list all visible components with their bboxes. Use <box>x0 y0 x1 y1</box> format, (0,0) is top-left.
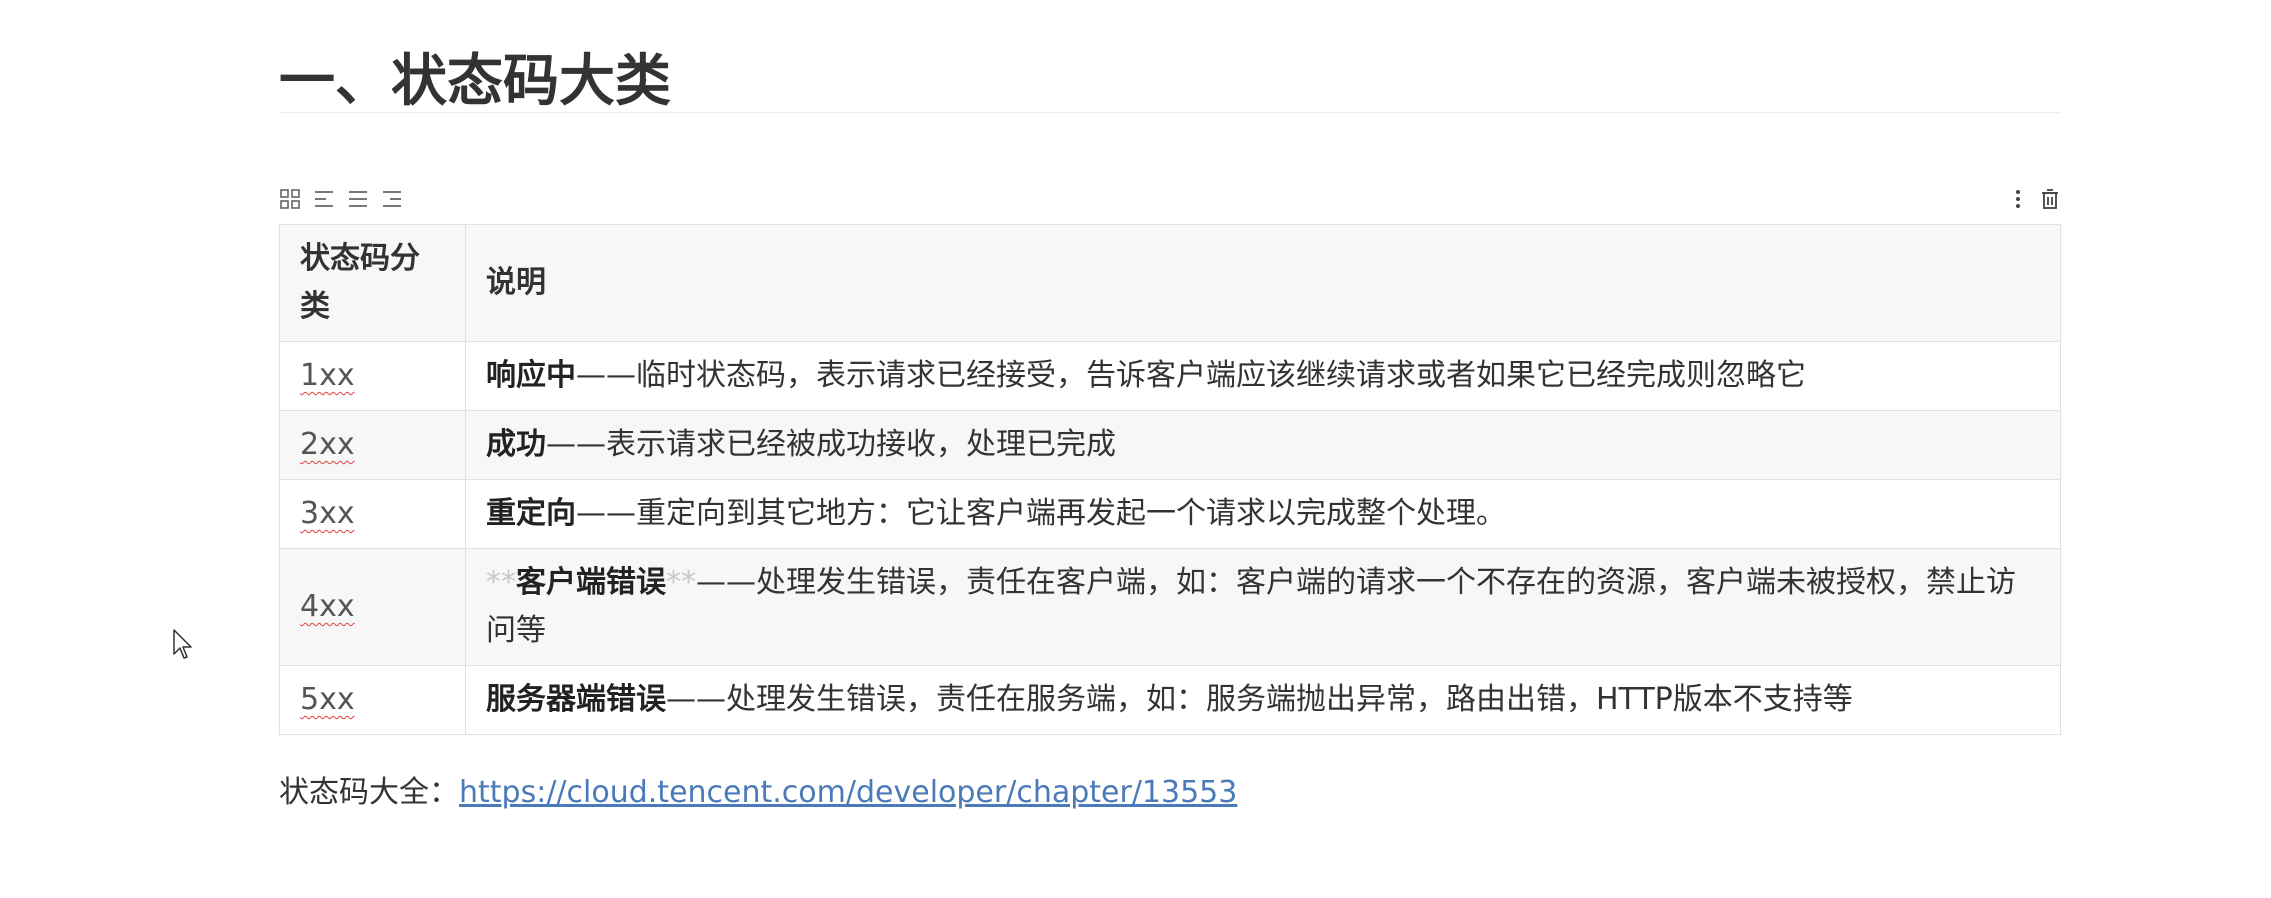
header-cell-description: 说明 <box>465 224 2061 342</box>
mouse-cursor-icon <box>172 628 194 664</box>
trash-icon[interactable] <box>2039 188 2061 210</box>
description-text: ——处理发生错误，责任在服务端，如：服务端抛出异常，路由出错，HTTP版本不支持… <box>666 682 1853 717</box>
align-right-icon[interactable] <box>381 188 403 210</box>
description-cell: 服务器端错误——处理发生错误，责任在服务端，如：服务端抛出异常，路由出错，HTT… <box>465 665 2061 735</box>
category-term: 响应中 <box>486 358 576 393</box>
table-row: 1xx 响应中——临时状态码，表示请求已经接受，告诉客户端应该继续请求或者如果它… <box>279 341 2061 411</box>
page-title: 一、状态码大类 <box>279 0 2061 114</box>
code-cell: 5xx <box>279 665 466 735</box>
grid-icon[interactable] <box>279 188 301 210</box>
footer-paragraph: 状态码大全：https://cloud.tencent.com/develope… <box>279 769 2061 817</box>
description-text: ——表示请求已经被成功接收，处理已完成 <box>546 427 1116 462</box>
status-codes-link[interactable]: https://cloud.tencent.com/developer/chap… <box>459 775 1237 810</box>
table-header-row: 状态码分类 说明 <box>279 224 2061 342</box>
description-cell: 响应中——临时状态码，表示请求已经接受，告诉客户端应该继续请求或者如果它已经完成… <box>465 341 2061 411</box>
description-text: ——处理发生错误，责任在客户端，如：客户端的请求一个不存在的资源，客户端未被授权… <box>486 565 2016 648</box>
markdown-marker: ** <box>486 565 516 600</box>
code-cell: 3xx <box>279 479 466 549</box>
category-term: 客户端错误 <box>516 565 666 600</box>
status-code: 5xx <box>300 682 355 717</box>
status-code: 2xx <box>300 427 355 462</box>
table-row: 3xx 重定向——重定向到其它地方：它让客户端再发起一个请求以完成整个处理。 <box>279 479 2061 549</box>
table-toolbar <box>279 188 2061 210</box>
status-code-table: 状态码分类 说明 1xx 响应中——临时状态码，表示请求已经接受，告诉客户端应该… <box>279 224 2061 735</box>
description-text: ——重定向到其它地方：它让客户端再发起一个请求以完成整个处理。 <box>576 496 1506 531</box>
table-row: 5xx 服务器端错误——处理发生错误，责任在服务端，如：服务端抛出异常，路由出错… <box>279 665 2061 735</box>
category-term: 服务器端错误 <box>486 682 666 717</box>
footer-label: 状态码大全： <box>279 775 459 810</box>
status-code: 4xx <box>300 589 355 624</box>
header-cell-category: 状态码分类 <box>279 224 466 342</box>
category-term: 成功 <box>486 427 546 462</box>
description-cell: 重定向——重定向到其它地方：它让客户端再发起一个请求以完成整个处理。 <box>465 479 2061 549</box>
description-cell: **客户端错误**——处理发生错误，责任在客户端，如：客户端的请求一个不存在的资… <box>465 548 2061 666</box>
code-cell: 1xx <box>279 341 466 411</box>
category-term: 重定向 <box>486 496 576 531</box>
description-text: ——临时状态码，表示请求已经接受，告诉客户端应该继续请求或者如果它已经完成则忽略… <box>576 358 1806 393</box>
markdown-marker: ** <box>666 565 696 600</box>
status-code: 1xx <box>300 358 355 393</box>
status-code: 3xx <box>300 496 355 531</box>
table-row: 4xx **客户端错误**——处理发生错误，责任在客户端，如：客户端的请求一个不… <box>279 548 2061 666</box>
code-cell: 2xx <box>279 410 466 480</box>
more-vertical-icon[interactable] <box>2007 188 2029 210</box>
description-cell: 成功——表示请求已经被成功接收，处理已完成 <box>465 410 2061 480</box>
align-left-icon[interactable] <box>313 188 335 210</box>
document-body: 一、状态码大类 状态码分类 说明 1xx 响应中——临时状态码，表示请求已经接受… <box>279 0 2061 817</box>
align-center-icon[interactable] <box>347 188 369 210</box>
code-cell: 4xx <box>279 548 466 666</box>
table-row: 2xx 成功——表示请求已经被成功接收，处理已完成 <box>279 410 2061 480</box>
